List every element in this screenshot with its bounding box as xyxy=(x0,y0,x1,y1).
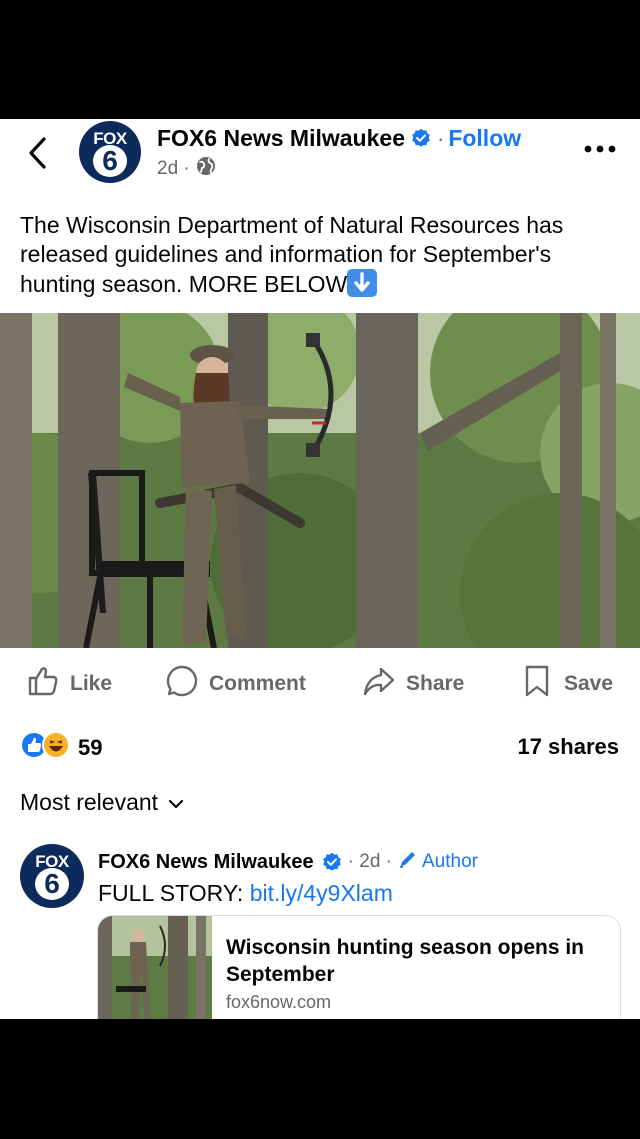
story-link[interactable]: bit.ly/4y9Xlam xyxy=(250,880,393,906)
down-arrow-emoji-icon xyxy=(347,269,378,297)
save-button[interactable]: Save xyxy=(520,664,613,704)
post-text: The Wisconsin Department of Natural Reso… xyxy=(20,211,620,299)
save-label: Save xyxy=(564,672,614,695)
link-preview-thumbnail xyxy=(98,916,212,1019)
separator-dot: · xyxy=(436,126,445,151)
post-body: The Wisconsin Department of Natural Reso… xyxy=(20,212,564,297)
globe-icon xyxy=(196,156,216,182)
post-screen: FOX 6 FOX6 News Milwaukee · Follow 2d · Th… xyxy=(0,119,640,1019)
avatar-six-text: 6 xyxy=(93,145,127,177)
reaction-count: 59 xyxy=(78,734,103,760)
verified-badge-icon xyxy=(411,127,431,147)
comment-author-name[interactable]: FOX6 News Milwaukee xyxy=(98,851,314,874)
page-name[interactable]: FOX6 News Milwaukee xyxy=(157,125,405,151)
comment-sort-dropdown[interactable]: Most relevant xyxy=(20,789,184,816)
haha-reaction-icon xyxy=(42,731,70,764)
action-bar: Like Comment Share Save xyxy=(0,664,640,704)
reactions-summary[interactable]: 59 xyxy=(20,731,102,764)
comment-text: FULL STORY: bit.ly/4y9Xlam xyxy=(98,880,393,907)
comment-label: Comment xyxy=(209,672,306,695)
sort-label: Most relevant xyxy=(20,789,159,815)
post-time: 2d · xyxy=(157,158,190,179)
shares-count[interactable]: 17 shares xyxy=(517,734,619,760)
share-label: Share xyxy=(406,672,465,695)
bookmark-icon xyxy=(520,664,554,704)
author-badge: Author xyxy=(398,849,478,875)
follow-button[interactable]: Follow xyxy=(448,125,521,151)
verified-badge-icon xyxy=(322,852,342,872)
post-meta: 2d · xyxy=(157,156,216,182)
pencil-icon xyxy=(398,849,418,875)
link-preview-title: Wisconsin hunting season opens in Septem… xyxy=(226,936,585,986)
avatar-six-text: 6 xyxy=(35,868,69,900)
comment-text-prefix: FULL STORY: xyxy=(98,880,250,906)
post-photo[interactable] xyxy=(0,313,640,648)
comment-button[interactable]: Comment xyxy=(165,664,306,704)
back-arrow-icon[interactable] xyxy=(22,133,56,173)
like-button[interactable]: Like xyxy=(26,664,112,704)
share-arrow-icon xyxy=(362,664,396,704)
page-avatar[interactable]: FOX 6 xyxy=(79,121,141,183)
share-button[interactable]: Share xyxy=(362,664,464,704)
comment-bubble-icon xyxy=(165,664,199,704)
link-preview-domain: fox6now.com xyxy=(226,992,332,1012)
comment-time: · 2d · xyxy=(347,851,392,872)
like-label: Like xyxy=(70,672,113,695)
author-label: Author xyxy=(422,851,478,872)
comment-avatar[interactable]: FOX 6 xyxy=(20,844,84,908)
page-name-row: FOX6 News Milwaukee · Follow xyxy=(157,125,521,152)
link-preview-card[interactable]: Wisconsin hunting season opens in Septem… xyxy=(97,915,621,1019)
thumbs-up-icon xyxy=(26,664,60,704)
comment-header: FOX6 News Milwaukee · 2d · Author xyxy=(98,849,478,875)
chevron-down-icon xyxy=(168,789,184,816)
more-options-icon[interactable] xyxy=(582,139,618,159)
